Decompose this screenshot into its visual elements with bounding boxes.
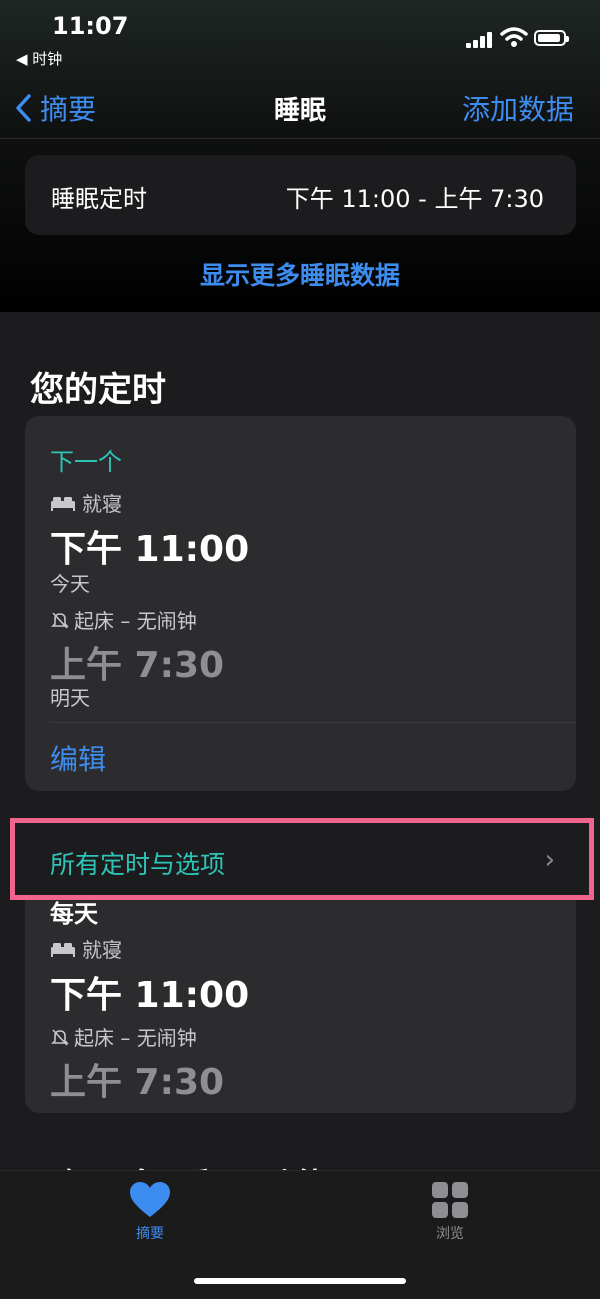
- everyday-bedtime: 下午 11:00: [50, 975, 250, 1016]
- tab-summary-label: 摘要: [136, 1226, 164, 1242]
- your-schedule-title: 您的定时: [30, 370, 166, 410]
- next-schedule-card[interactable]: 下一个 就寝 下午 11:00 今天 起床 – 无闹钟 上午 7:30 明天 编…: [25, 416, 576, 791]
- next-wake: 上午 7:30: [50, 645, 225, 686]
- bell-slash-icon: [51, 1028, 69, 1046]
- everyday-wake: 上午 7:30: [50, 1062, 225, 1103]
- edit-button[interactable]: 编辑: [50, 738, 106, 778]
- highlight-box: [10, 818, 594, 900]
- bell-slash-icon: [51, 611, 69, 629]
- tab-browse[interactable]: 浏览: [400, 1181, 500, 1243]
- bedtime-label: 就寝: [82, 938, 122, 962]
- wake-row: 起床 – 无闹钟: [50, 605, 197, 634]
- next-header: 下一个: [50, 448, 122, 476]
- wake-label: 起床 – 无闹钟: [74, 609, 197, 633]
- learn-more-heading: 了解更多“睡眠”功能: [30, 1160, 328, 1170]
- next-wake-day: 明天: [50, 686, 90, 710]
- divider: [50, 722, 576, 723]
- cellular-signal-icon: [466, 32, 494, 48]
- bed-icon: [51, 496, 75, 511]
- status-time: 11:07: [52, 12, 129, 40]
- everyday-wake-row: 起床 – 无闹钟: [50, 1022, 197, 1051]
- everyday-schedule-card[interactable]: 每天 就寝 下午 11:00 起床 – 无闹钟 上午 7:30: [25, 890, 576, 1113]
- tab-browse-label: 浏览: [436, 1226, 464, 1242]
- battery-icon: [534, 30, 569, 46]
- show-more-sleep-data-link[interactable]: 显示更多睡眠数据: [0, 256, 600, 292]
- sleep-schedule-card: 睡眠定时 下午 11:00 - 上午 7:30: [25, 155, 576, 235]
- bed-icon: [51, 942, 75, 957]
- wake-label: 起床 – 无闹钟: [74, 1026, 197, 1050]
- bedtime-label: 就寝: [82, 492, 122, 516]
- home-indicator: [194, 1278, 406, 1284]
- navigation-bar: 摘要 睡眠 添加数据: [0, 80, 600, 139]
- tab-summary[interactable]: 摘要: [100, 1181, 200, 1243]
- back-to-app-link[interactable]: ◀ 时钟: [16, 48, 62, 69]
- grid-icon: [432, 1182, 468, 1218]
- sleep-schedule-label: 睡眠定时: [51, 185, 147, 213]
- everyday-bedtime-row: 就寝: [50, 934, 122, 963]
- wifi-icon: [500, 27, 528, 47]
- add-data-button[interactable]: 添加数据: [462, 88, 574, 128]
- heart-icon: [130, 1182, 170, 1217]
- sleep-schedule-value: 下午 11:00 - 上午 7:30: [285, 185, 544, 213]
- status-bar: 11:07 ◀ 时钟: [0, 0, 600, 80]
- next-bedtime: 下午 11:00: [50, 529, 250, 570]
- bedtime-row: 就寝: [50, 488, 122, 517]
- next-bedtime-day: 今天: [50, 572, 90, 596]
